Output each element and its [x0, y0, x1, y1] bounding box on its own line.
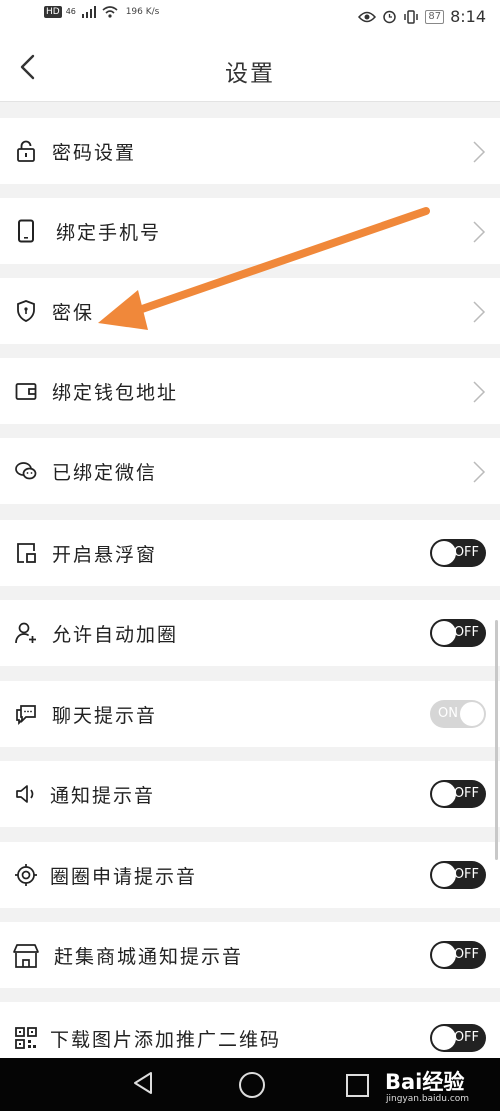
status-left: HD 46 196 K/s: [44, 5, 159, 19]
toggle-knob: [432, 863, 456, 887]
signal-icon: [81, 6, 96, 18]
toggle-state: OFF: [453, 867, 479, 882]
status-right: 87 8:14: [358, 7, 486, 26]
auto-join-toggle[interactable]: OFF: [430, 619, 486, 647]
wechat-icon: [15, 462, 37, 480]
hd-badge: HD: [44, 6, 62, 18]
row-label: 赶集商城通知提示音: [54, 946, 244, 968]
row-label: 允许自动加圈: [52, 624, 179, 646]
store-icon: [13, 944, 39, 968]
speaker-icon: [16, 785, 34, 803]
notification-sound-toggle[interactable]: OFF: [430, 780, 486, 808]
chevron-right-icon: [473, 461, 486, 483]
toggle-state: OFF: [453, 545, 479, 560]
row-auto-join-circle: 允许自动加圈 OFF: [0, 600, 500, 666]
row-password-settings[interactable]: 密码设置: [0, 118, 500, 184]
toggle-state: OFF: [453, 625, 479, 640]
watermark-url: jingyan.baidu.com: [386, 1094, 470, 1104]
header-bar: 设置: [0, 34, 500, 102]
row-label: 绑定钱包地址: [52, 382, 179, 404]
shield-icon: [17, 300, 35, 322]
wallet-icon: [15, 383, 37, 400]
row-download-qr: 下载图片添加推广二维码 OFF: [0, 1002, 500, 1058]
system-nav-bar: Bai经验 jingyan.baidu.com: [0, 1058, 500, 1111]
toggle-knob: [432, 621, 456, 645]
chevron-right-icon: [473, 301, 486, 323]
row-notification-sound: 通知提示音 OFF: [0, 761, 500, 827]
toggle-knob: [432, 541, 456, 565]
mall-notification-toggle[interactable]: OFF: [430, 941, 486, 969]
row-chat-sound: 聊天提示音 ON: [0, 681, 500, 747]
add-user-icon: [15, 622, 36, 644]
row-bind-phone[interactable]: 绑定手机号: [0, 198, 500, 264]
chevron-right-icon: [473, 381, 486, 403]
qr-code-icon: [15, 1027, 37, 1049]
row-label: 下载图片添加推广二维码: [50, 1029, 282, 1051]
network-type: 46: [65, 7, 76, 16]
floating-window-icon: [17, 543, 36, 563]
floating-window-toggle[interactable]: OFF: [430, 539, 486, 567]
row-bind-wallet[interactable]: 绑定钱包地址: [0, 358, 500, 424]
row-label: 通知提示音: [50, 785, 156, 807]
row-label: 圈圈申请提示音: [50, 866, 198, 888]
download-qr-toggle[interactable]: OFF: [430, 1024, 486, 1052]
row-label: 密保: [52, 302, 95, 324]
target-icon: [15, 864, 37, 886]
lock-icon: [17, 140, 35, 162]
chevron-right-icon: [473, 221, 486, 243]
toggle-state: OFF: [453, 786, 479, 801]
toggle-state: OFF: [453, 1030, 479, 1045]
clock: 8:14: [450, 7, 486, 26]
network-speed: 196 K/s: [125, 6, 160, 17]
row-label: 聊天提示音: [52, 705, 158, 727]
chat-icon: [16, 705, 36, 726]
row-label: 绑定手机号: [56, 222, 162, 244]
row-floating-window: 开启悬浮窗 OFF: [0, 520, 500, 586]
row-security-question[interactable]: 密保: [0, 278, 500, 344]
toggle-knob: [432, 1026, 456, 1050]
alarm-icon: [383, 10, 397, 24]
watermark-brand: Bai经验: [385, 1070, 465, 1094]
wifi-icon: [102, 6, 118, 18]
battery-indicator: 87: [425, 9, 445, 24]
chat-sound-toggle[interactable]: ON: [430, 700, 486, 728]
toggle-knob: [460, 702, 484, 726]
nav-recent-icon[interactable]: [346, 1074, 369, 1097]
toggle-knob: [432, 782, 456, 806]
toggle-state: OFF: [453, 947, 479, 962]
row-label: 开启悬浮窗: [52, 544, 158, 566]
toggle-state: ON: [438, 706, 458, 721]
row-wechat-bound[interactable]: 已绑定微信: [0, 438, 500, 504]
nav-home-icon[interactable]: [239, 1072, 265, 1098]
page-title: 设置: [225, 61, 275, 87]
row-label: 密码设置: [52, 142, 137, 164]
status-bar: HD 46 196 K/s 87 8:14: [0, 0, 500, 34]
circle-apply-toggle[interactable]: OFF: [430, 861, 486, 889]
scrollbar[interactable]: [495, 620, 498, 860]
vibrate-icon: [404, 9, 419, 24]
toggle-knob: [432, 943, 456, 967]
row-mall-notification-sound: 赶集商城通知提示音 OFF: [0, 922, 500, 988]
phone-icon: [18, 219, 34, 243]
row-circle-apply-sound: 圈圈申请提示音 OFF: [0, 842, 500, 908]
eye-icon: [358, 11, 377, 22]
chevron-right-icon: [473, 141, 486, 163]
row-label: 已绑定微信: [52, 462, 158, 484]
nav-back-icon[interactable]: [132, 1071, 154, 1095]
